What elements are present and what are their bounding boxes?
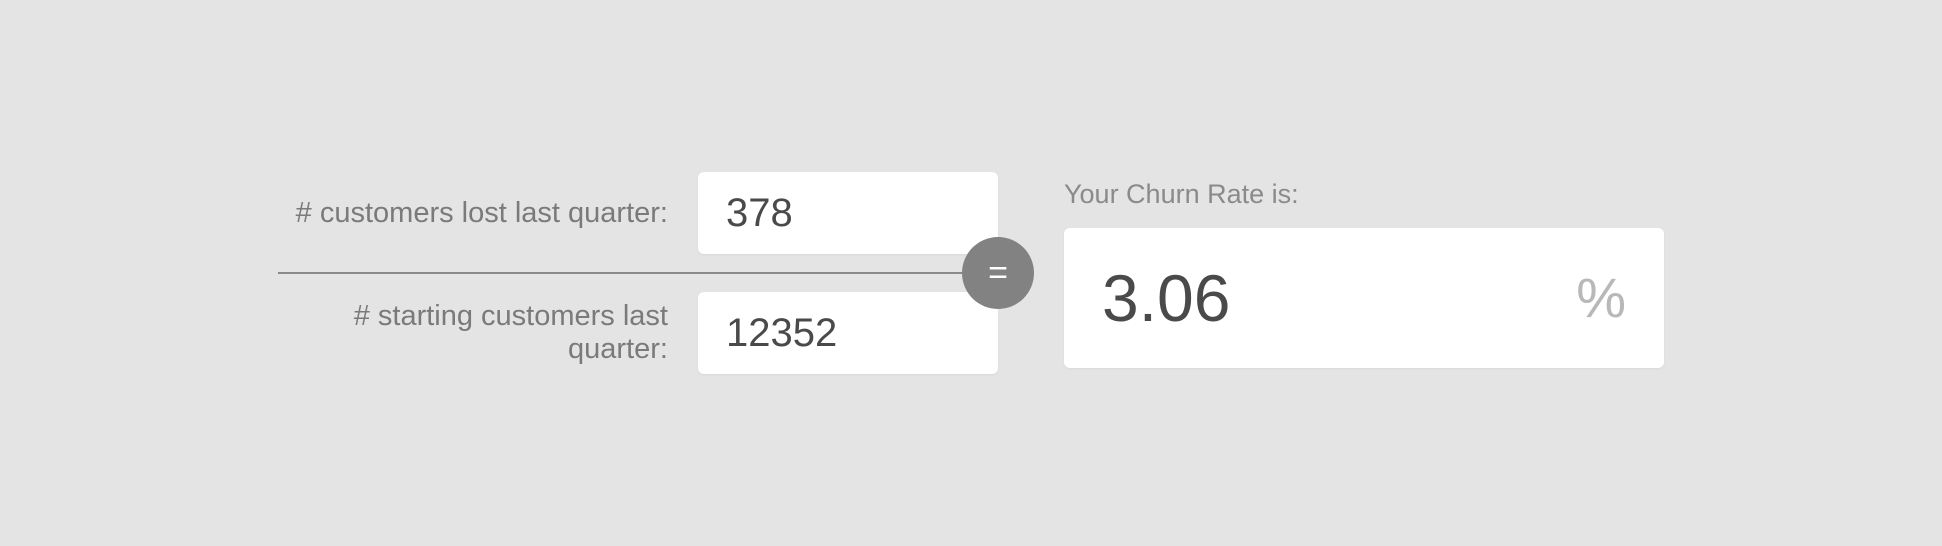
result-section: Your Churn Rate is: 3.06 % — [1064, 179, 1664, 368]
result-value: 3.06 — [1102, 260, 1230, 336]
result-unit: % — [1576, 265, 1626, 330]
numerator-row: # customers lost last quarter: — [278, 154, 998, 272]
fraction-inputs: # customers lost last quarter: # startin… — [278, 154, 998, 392]
result-label: Your Churn Rate is: — [1064, 179, 1664, 210]
equals-icon: = — [962, 237, 1034, 309]
customers-lost-input[interactable] — [698, 172, 998, 254]
starting-customers-input[interactable] — [698, 292, 998, 374]
starting-customers-label: # starting customers last quarter: — [278, 300, 668, 366]
customers-lost-label: # customers lost last quarter: — [278, 197, 668, 230]
result-box: 3.06 % — [1064, 228, 1664, 368]
churn-rate-calculator: # customers lost last quarter: # startin… — [278, 154, 1664, 392]
denominator-row: # starting customers last quarter: — [278, 274, 998, 392]
